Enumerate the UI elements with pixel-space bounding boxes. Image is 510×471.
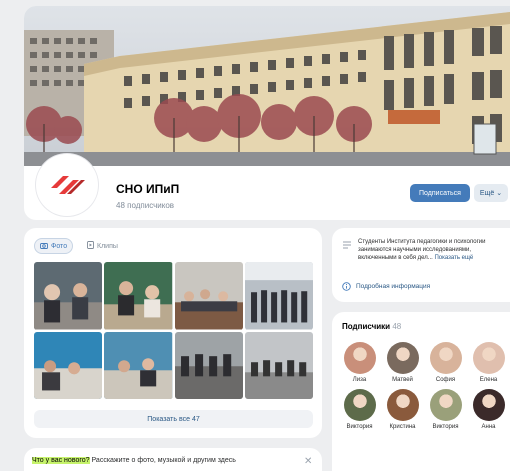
subscriber-item[interactable]: Елена	[467, 342, 510, 383]
tab-photos-label: Фото	[51, 242, 68, 250]
info-icon	[342, 282, 351, 291]
group-avatar[interactable]	[36, 154, 98, 216]
avatar	[472, 389, 505, 421]
subscriber-name: Анна	[481, 424, 496, 430]
avatar	[343, 342, 376, 374]
group-description: Студенты Института педагогики и психолог…	[358, 238, 506, 262]
new-post-hint: Расскажите о фото, музыкой и другим здес…	[91, 457, 236, 464]
tab-clips[interactable]: Клипы	[82, 238, 123, 254]
clips-icon	[87, 241, 94, 251]
avatar	[472, 342, 505, 374]
photo-thumbnail[interactable]	[244, 331, 313, 399]
photo-thumbnail[interactable]	[104, 331, 173, 399]
subscriber-item[interactable]: Кристина	[381, 389, 424, 430]
subscribers-card: Подписчики 48 Лиза Матвей София Елена Ви…	[332, 312, 510, 471]
tab-photos[interactable]: Фото	[34, 238, 74, 254]
subscriber-name: Лиза	[352, 377, 367, 383]
photo-thumbnail[interactable]	[34, 331, 103, 399]
subscriber-item[interactable]: Лиза	[338, 342, 381, 383]
subscriber-name: Виктория	[346, 424, 373, 430]
photo-grid	[34, 262, 313, 399]
photo-thumbnail[interactable]	[34, 262, 103, 330]
more-label: Ещё	[479, 189, 495, 197]
subscribers-grid: Лиза Матвей София Елена Виктория Кристин…	[338, 342, 510, 430]
subscriber-name: Виктория	[432, 424, 459, 430]
close-icon[interactable]: ✕	[304, 456, 312, 467]
group-name: СНО ИПиП	[116, 182, 180, 196]
subscriber-count[interactable]: 48 подписчиков	[116, 201, 174, 210]
subscriber-item[interactable]: Виктория	[338, 389, 381, 430]
avatar	[386, 389, 419, 421]
info-card: Студенты Института педагогики и психолог…	[332, 228, 510, 302]
tab-clips-label: Клипы	[97, 242, 118, 250]
new-post-prompt[interactable]: Что у вас нового? Расскажите о фото, муз…	[32, 457, 236, 464]
subscriber-name: София	[435, 377, 456, 383]
group-header-card: СНО ИПиП 48 подписчиков Подписаться Ещё …	[24, 6, 510, 220]
subscriber-name: Матвей	[392, 377, 413, 383]
group-logo-icon	[51, 176, 85, 194]
photo-thumbnail[interactable]	[174, 331, 243, 399]
subscriber-item[interactable]: Виктория	[424, 389, 467, 430]
subscribe-button[interactable]: Подписаться	[410, 184, 470, 202]
detailed-info-label: Подробная информация	[356, 283, 431, 290]
cover-image	[24, 6, 510, 166]
subscribers-title[interactable]: Подписчики 48	[342, 322, 401, 331]
subscribers-title-label: Подписчики	[342, 322, 391, 331]
avatar	[343, 389, 376, 421]
camera-icon	[40, 242, 48, 251]
subscriber-item[interactable]: София	[424, 342, 467, 383]
new-post-highlight: Что у вас нового?	[32, 457, 90, 464]
avatar	[429, 389, 462, 421]
subscriber-item[interactable]: Матвей	[381, 342, 424, 383]
detailed-info-link[interactable]: Подробная информация	[342, 282, 430, 291]
subscriber-name: Кристина	[389, 424, 416, 430]
chevron-down-icon: ⌄	[496, 190, 503, 197]
subscribers-title-count: 48	[392, 322, 402, 331]
more-button[interactable]: Ещё ⌄	[474, 184, 508, 202]
description-icon	[343, 241, 351, 249]
show-more-link[interactable]: Показать ещё	[434, 255, 473, 261]
photo-thumbnail[interactable]	[244, 262, 313, 330]
avatar	[429, 342, 462, 374]
photo-thumbnail[interactable]	[104, 262, 173, 330]
new-post-card[interactable]: Что у вас нового? Расскажите о фото, муз…	[24, 448, 322, 471]
avatar	[386, 342, 419, 374]
media-card: Фото Клипы Показать все 47	[24, 228, 322, 438]
subscriber-name: Елена	[479, 377, 498, 383]
show-all-photos-button[interactable]: Показать все 47	[34, 410, 313, 428]
subscriber-item[interactable]: Анна	[467, 389, 510, 430]
photo-thumbnail[interactable]	[174, 262, 243, 330]
